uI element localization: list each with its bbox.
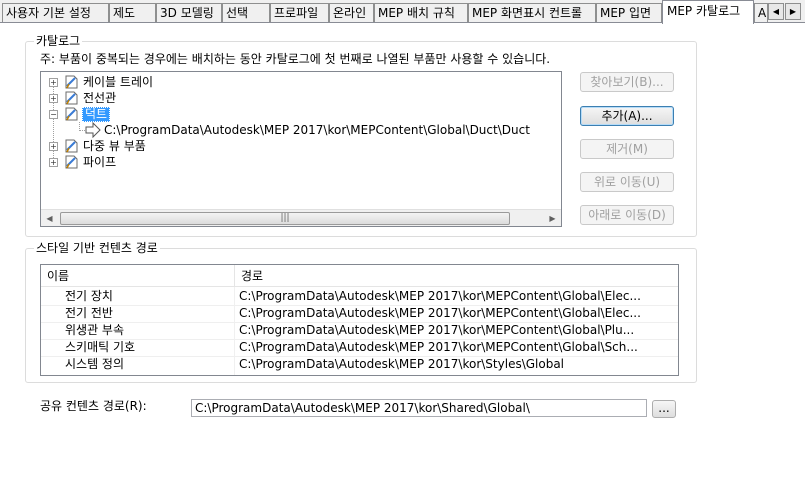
tab-overflow[interactable]: A [754,3,768,23]
expand-icon[interactable]: + [49,78,58,87]
tree-item-label: 덕트 [82,107,111,122]
table-row[interactable]: 위생관 부속 C:\ProgramData\Autodesk\MEP 2017\… [41,322,678,339]
catalog-tree[interactable]: + 케이블 트레이 + 전선관 − 덕트 C:\ProgramData\Auto… [40,71,562,227]
options-tab-bar: 사용자 기본 설정 제도 3D 모델링 선택 프로파일 온라인 MEP 배치 규… [0,0,805,24]
expand-icon[interactable]: + [49,158,58,167]
tree-item-cable-tray[interactable]: + 케이블 트레이 [41,74,551,90]
tree-item-multi-view-parts[interactable]: + 다중 뷰 부품 [41,138,551,154]
style-paths-table: 이름 경로 전기 장치 C:\ProgramData\Autodesk\MEP … [40,264,679,376]
scroll-thumb[interactable]: ||| [60,212,510,225]
arrow-right-icon [85,122,101,138]
catalog-folder-icon [65,155,78,169]
tree-horizontal-scrollbar[interactable]: ◀ ||| ▶ [41,209,561,226]
scroll-left-icon[interactable]: ◀ [41,210,58,227]
move-down-button[interactable]: 아래로 이동(D) [580,205,674,225]
tab-scroll-right-icon[interactable]: ▶ [785,3,801,20]
browse-button[interactable]: 찾아보기(B)... [580,72,674,92]
tree-item-duct[interactable]: − 덕트 [41,106,551,122]
tree-item-label: 전선관 [83,91,117,105]
style-paths-group-label: 스타일 기반 컨텐츠 경로 [34,241,160,255]
shared-path-browse-button[interactable]: ... [652,400,676,418]
catalog-note: 주: 부품이 중복되는 경우에는 배치하는 동안 카탈로그에 첫 번째로 나열된… [40,52,551,66]
expand-icon[interactable]: + [49,142,58,151]
tab-profiles[interactable]: 프로파일 [270,3,329,23]
catalog-folder-icon [65,75,78,89]
row-name: 스키매틱 기호 [65,340,136,354]
row-name: 위생관 부속 [65,323,125,337]
move-up-button[interactable]: 위로 이동(U) [580,172,674,192]
collapse-icon[interactable]: − [49,110,58,119]
tab-mep-elevation[interactable]: MEP 입면 [596,3,662,23]
row-name: 전기 전반 [65,306,113,320]
tree-item-pipe[interactable]: + 파이프 [41,154,551,170]
tab-mep-catalog[interactable]: MEP 카탈로그 [662,0,754,24]
tab-online[interactable]: 온라인 [329,3,374,23]
tab-selection[interactable]: 선택 [222,3,270,23]
remove-button[interactable]: 제거(M) [580,139,674,159]
tree-item-label: 파이프 [83,155,117,169]
table-row[interactable]: 스키매틱 기호 C:\ProgramData\Autodesk\MEP 2017… [41,339,678,356]
row-path: C:\ProgramData\Autodesk\MEP 2017\kor\Sty… [239,357,565,371]
shared-path-field[interactable]: C:\ProgramData\Autodesk\MEP 2017\kor\Sha… [191,399,647,417]
column-header-name[interactable]: 이름 [41,265,235,287]
catalog-folder-icon [65,139,78,153]
catalog-folder-icon [65,91,78,105]
row-path: C:\ProgramData\Autodesk\MEP 2017\kor\MEP… [239,306,641,320]
tree-item-label: 다중 뷰 부품 [83,139,146,153]
tab-scroll-left-icon[interactable]: ◀ [768,3,784,20]
table-header: 이름 경로 [41,265,678,287]
tree-item-conduit[interactable]: + 전선관 [41,90,551,106]
row-path: C:\ProgramData\Autodesk\MEP 2017\kor\MEP… [239,289,641,303]
table-row[interactable]: 시스템 정의 C:\ProgramData\Autodesk\MEP 2017\… [41,356,678,373]
catalog-folder-icon [65,107,78,121]
table-row[interactable]: 전기 장치 C:\ProgramData\Autodesk\MEP 2017\k… [41,288,678,305]
expand-icon[interactable]: + [49,94,58,103]
catalog-group-label: 카탈로그 [34,34,83,48]
scroll-right-icon[interactable]: ▶ [544,210,561,227]
table-row[interactable]: 전기 전반 C:\ProgramData\Autodesk\MEP 2017\k… [41,305,678,322]
tab-mep-display-control[interactable]: MEP 화면표시 컨트롤 [468,3,596,23]
row-path: C:\ProgramData\Autodesk\MEP 2017\kor\MEP… [239,323,635,337]
tab-drafting[interactable]: 제도 [109,3,156,23]
tree-item-duct-path[interactable]: C:\ProgramData\Autodesk\MEP 2017\kor\MEP… [41,122,561,138]
row-path: C:\ProgramData\Autodesk\MEP 2017\kor\MEP… [239,340,638,354]
add-button[interactable]: 추가(A)... [580,106,674,126]
tab-3d-modeling[interactable]: 3D 모델링 [156,3,222,23]
tab-mep-layout-rules[interactable]: MEP 배치 규칙 [374,3,468,23]
tree-item-label: C:\ProgramData\Autodesk\MEP 2017\kor\MEP… [104,123,530,137]
row-name: 전기 장치 [65,289,113,303]
tree-item-label: 케이블 트레이 [83,75,154,89]
tab-user-preferences[interactable]: 사용자 기본 설정 [2,3,109,23]
column-header-path[interactable]: 경로 [235,265,678,287]
shared-path-label: 공유 컨텐츠 경로(R): [40,399,147,413]
row-name: 시스템 정의 [65,357,125,371]
